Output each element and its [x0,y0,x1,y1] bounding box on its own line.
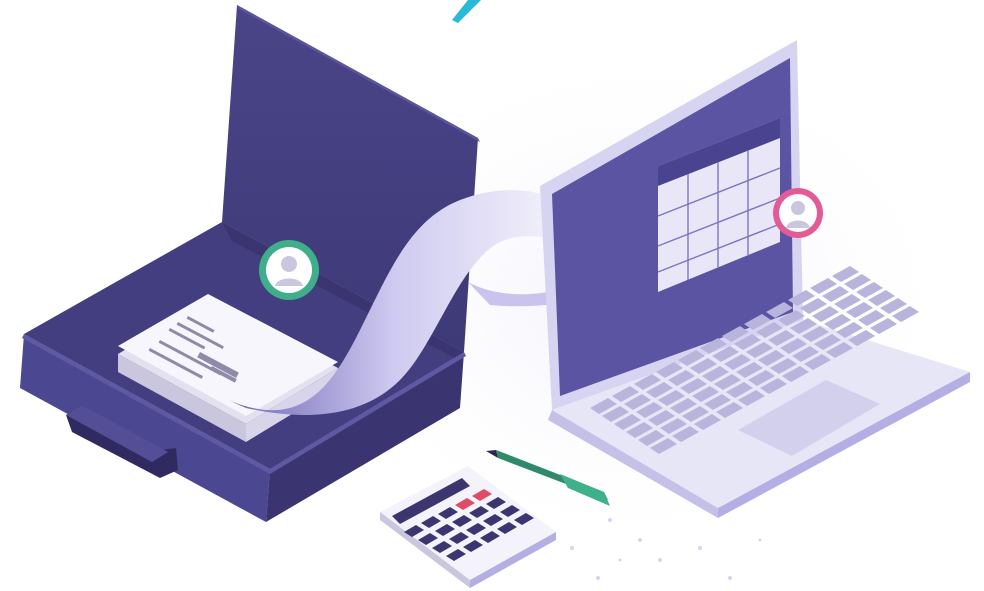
accent-stroke [452,0,481,23]
user-avatar-icon [259,240,319,300]
illustration-canvas [20,0,970,588]
accounting-illustration [0,0,984,591]
user-avatar-icon [773,188,823,238]
